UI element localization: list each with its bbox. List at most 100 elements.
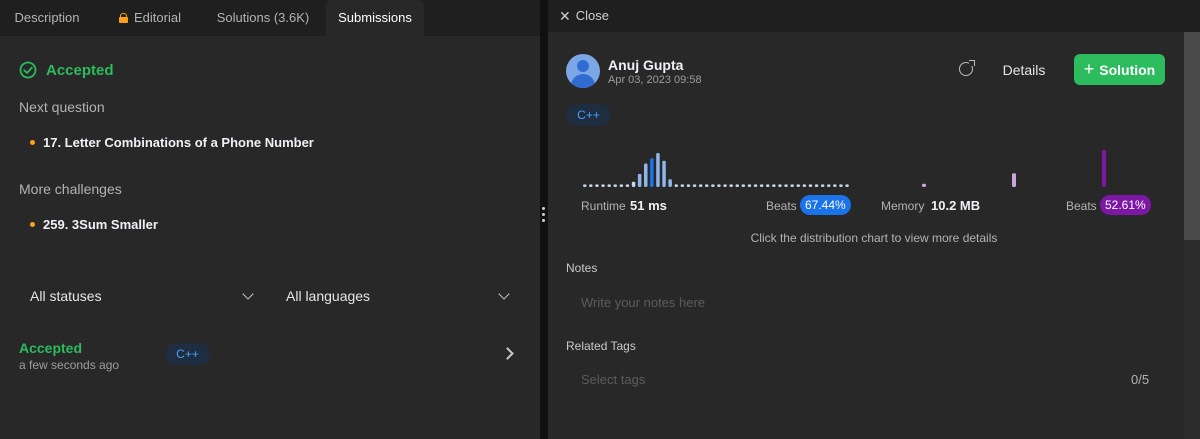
runtime-bar	[753, 184, 758, 187]
tab-submissions[interactable]: Submissions	[326, 0, 424, 36]
runtime-bar	[778, 184, 782, 187]
runtime-bar	[814, 184, 819, 187]
tab-bar: Description Editorial Solutions (3.6K) S…	[0, 0, 540, 36]
runtime-bar	[674, 184, 678, 187]
runtime-bar	[680, 184, 685, 187]
tags-select[interactable]: Select tags	[581, 372, 645, 387]
plus-icon: +	[1083, 58, 1095, 79]
related-tags-label: Related Tags	[566, 339, 636, 353]
runtime-bar	[692, 184, 697, 187]
runtime-bar	[637, 173, 642, 187]
status-filter-select[interactable]: All statuses	[30, 284, 254, 308]
memory-distribution-chart	[922, 150, 1106, 187]
check-circle-icon	[19, 61, 37, 79]
runtime-bar	[650, 158, 654, 187]
runtime-bar	[613, 184, 617, 187]
tab-description[interactable]: Description	[0, 0, 94, 36]
runtime-bar	[607, 184, 611, 187]
runtime-bar	[644, 163, 648, 187]
memory-bar	[922, 183, 926, 187]
runtime-bar	[827, 184, 831, 187]
next-question-link[interactable]: 17. Letter Combinations of a Phone Numbe…	[30, 135, 314, 150]
runtime-bar	[619, 184, 624, 187]
runtime-label: Runtime	[581, 199, 626, 213]
submission-language-badge: C++	[165, 343, 210, 365]
more-challenges-label: More challenges	[19, 181, 122, 197]
runtime-distribution-chart	[583, 153, 849, 187]
runtime-bar	[583, 184, 587, 187]
runtime-bar	[735, 184, 739, 187]
submission-time: a few seconds ago	[19, 358, 120, 372]
submission-status: Accepted	[19, 340, 83, 356]
add-solution-button[interactable]: + Solution	[1074, 54, 1165, 85]
runtime-bar	[698, 184, 703, 187]
runtime-bar	[729, 184, 733, 187]
runtime-bar	[796, 184, 800, 187]
runtime-bar	[705, 184, 709, 187]
runtime-bar	[845, 184, 849, 187]
runtime-bar	[759, 184, 764, 187]
runtime-bar	[717, 184, 721, 187]
runtime-bar	[601, 184, 605, 187]
runtime-bar	[747, 184, 752, 187]
runtime-bar	[662, 160, 666, 187]
tab-editorial[interactable]: Editorial	[104, 0, 196, 36]
memory-label: Memory	[881, 199, 925, 213]
accepted-status: Accepted	[19, 60, 114, 80]
memory-beats-badge: 52.61%	[1100, 195, 1151, 215]
runtime-bar	[595, 184, 599, 187]
details-button[interactable]: Details	[994, 60, 1054, 80]
runtime-bar	[711, 184, 715, 187]
tab-solutions[interactable]: Solutions (3.6K)	[208, 0, 318, 36]
bullet-dot-icon	[30, 140, 35, 145]
runtime-bar	[820, 184, 825, 187]
runtime-bar	[741, 184, 746, 187]
notes-input[interactable]	[566, 284, 1166, 320]
memory-beats-label: Beats	[1066, 199, 1097, 213]
bullet-dot-icon	[30, 222, 35, 227]
distribution-charts[interactable]	[548, 140, 1200, 190]
runtime-bar	[833, 184, 837, 187]
tags-count: 0/5	[1131, 372, 1150, 387]
distribution-hint: Click the distribution chart to view mor…	[750, 231, 998, 245]
more-challenge-link[interactable]: 259. 3Sum Smaller	[30, 217, 158, 232]
close-button[interactable]: ✕ Close	[559, 8, 609, 23]
language-filter-select[interactable]: All languages	[286, 284, 510, 308]
chevron-right-icon	[501, 347, 514, 360]
runtime-beats-badge: 67.44%	[800, 195, 851, 215]
scrollbar-thumb[interactable]	[1184, 32, 1200, 240]
memory-bar	[1102, 150, 1106, 187]
submission-row[interactable]: Accepted a few seconds ago C++	[19, 338, 519, 374]
memory-value: 10.2 MB	[931, 198, 981, 213]
runtime-bar	[766, 184, 770, 187]
avatar[interactable]	[566, 54, 600, 88]
runtime-bar	[625, 184, 630, 187]
runtime-bar	[790, 184, 794, 187]
notes-label: Notes	[566, 261, 598, 275]
lock-icon	[119, 13, 129, 23]
runtime-value: 51 ms	[630, 198, 667, 213]
close-bar: ✕ Close	[548, 0, 1200, 32]
runtime-bar	[668, 179, 672, 187]
runtime-bar	[723, 184, 727, 187]
runtime-bar	[802, 184, 807, 187]
submission-date: Apr 03, 2023 09:58	[608, 74, 702, 86]
runtime-bar	[686, 184, 691, 187]
user-name[interactable]: Anuj Gupta	[608, 57, 683, 73]
language-badge: C++	[566, 104, 611, 126]
runtime-bar	[656, 153, 660, 187]
runtime-beats-label: Beats	[766, 199, 797, 213]
left-panel: Description Editorial Solutions (3.6K) S…	[0, 0, 540, 439]
chevron-down-icon	[242, 288, 254, 300]
drag-handle-icon[interactable]	[542, 207, 546, 225]
close-icon: ✕	[559, 7, 571, 24]
accepted-title: Accepted	[46, 61, 114, 79]
share-icon[interactable]	[959, 60, 975, 76]
runtime-bar	[772, 184, 776, 187]
runtime-bar	[589, 184, 593, 187]
runtime-bar	[839, 184, 843, 187]
right-panel: ✕ Close Anuj Gupta Apr 03, 2023 09:58 De…	[548, 0, 1200, 439]
memory-bar	[1012, 173, 1016, 187]
runtime-bar	[808, 184, 813, 187]
runtime-bar	[784, 184, 788, 187]
